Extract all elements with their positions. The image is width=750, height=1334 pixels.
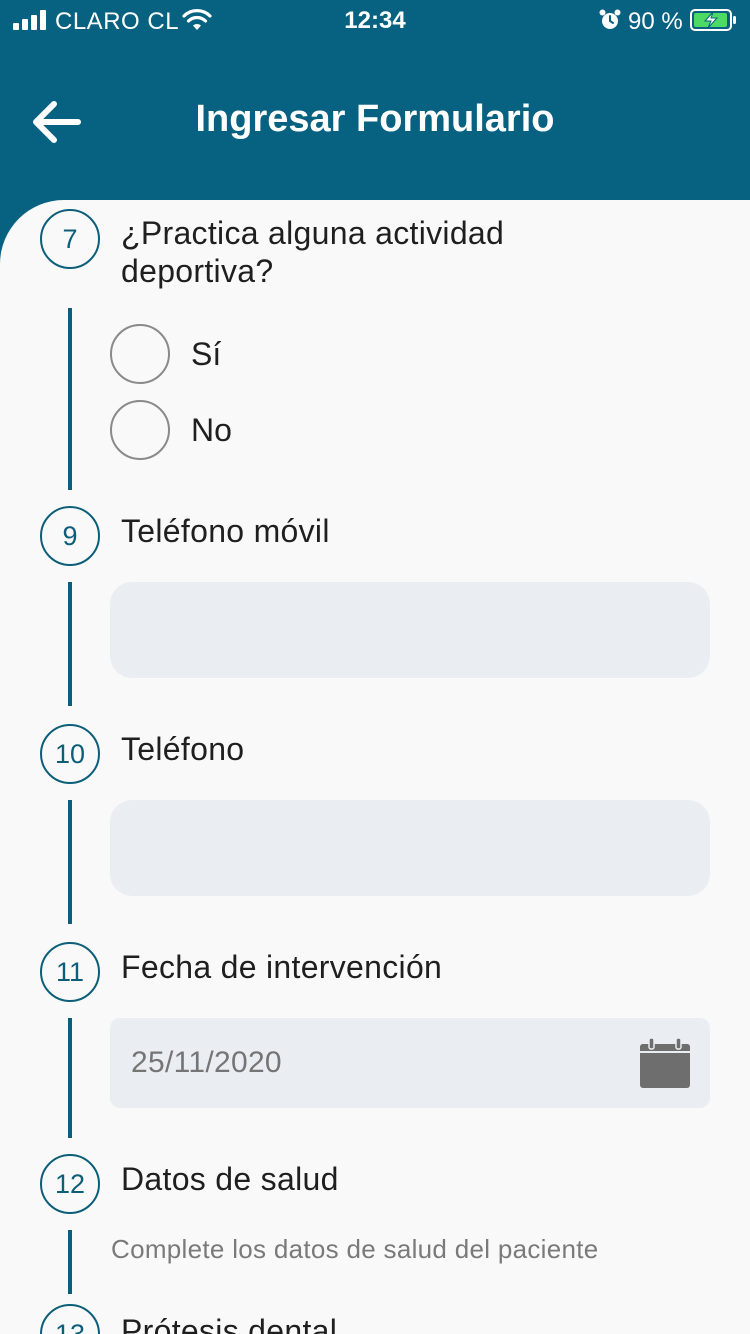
radio-button[interactable] (110, 324, 170, 384)
step-connector (68, 582, 72, 706)
question-title: ¿Practica alguna actividad deportiva? (121, 214, 504, 290)
battery-percent: 90 % (628, 8, 683, 35)
radio-option-no[interactable]: No (110, 400, 410, 460)
radio-button[interactable] (110, 400, 170, 460)
battery-charging-icon (690, 9, 736, 31)
question-title: Fecha de intervención (121, 949, 443, 985)
step-connector (68, 800, 72, 924)
step-number: 10 (40, 724, 100, 784)
step-number: 9 (40, 506, 100, 566)
step-connector (68, 308, 72, 490)
date-value: 25/11/2020 (131, 1046, 282, 1079)
question-title-line2: deportiva? (121, 253, 274, 289)
page-title: Ingresar Formulario (195, 98, 555, 140)
step-connector (68, 1018, 72, 1138)
alarm-icon (599, 9, 621, 29)
calendar-icon[interactable] (640, 1038, 690, 1088)
status-bar: CLARO CL 12:34 90 % (0, 0, 750, 40)
question-title: Prótesis dental (121, 1313, 338, 1334)
radio-option-si[interactable]: Sí (110, 324, 410, 384)
app-header: Ingresar Formulario (0, 40, 750, 200)
form-content[interactable]: 7 ¿Practica alguna actividad deportiva? … (0, 200, 750, 1334)
step-number: 12 (40, 1154, 100, 1214)
phone-input[interactable] (110, 800, 710, 896)
radio-label: No (191, 411, 232, 448)
step-number: 13 (40, 1304, 100, 1334)
step-number: 7 (40, 209, 100, 269)
question-title: Datos de salud (121, 1161, 339, 1197)
mobile-phone-input[interactable] (110, 582, 710, 678)
step-connector (68, 1230, 72, 1294)
question-hint: Complete los datos de salud del paciente (111, 1234, 599, 1264)
question-title-line1: ¿Practica alguna actividad (121, 215, 505, 251)
radio-label: Sí (191, 335, 222, 372)
question-title: Teléfono (121, 731, 245, 767)
step-number: 11 (40, 942, 100, 1002)
question-title: Teléfono móvil (121, 513, 330, 549)
date-picker-field[interactable]: 25/11/2020 (110, 1018, 710, 1108)
